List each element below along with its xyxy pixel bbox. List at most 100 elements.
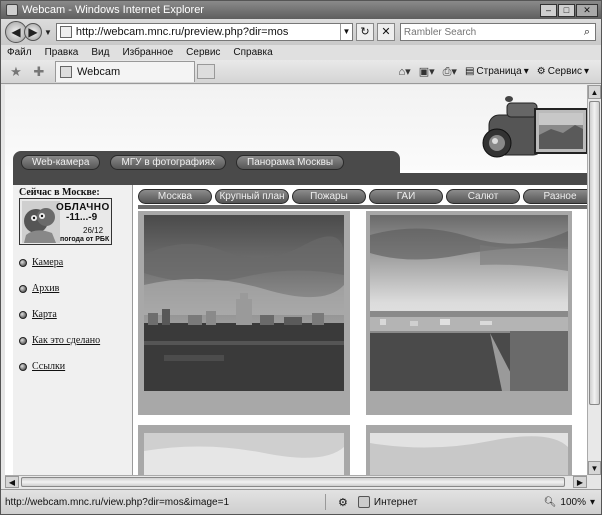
nav-band bbox=[13, 173, 587, 185]
forward-button[interactable]: ▶ bbox=[24, 23, 42, 41]
maximize-button[interactable]: □ bbox=[558, 3, 575, 17]
sidebar-link-label[interactable]: Архив bbox=[32, 283, 59, 294]
topnav-msu-photos[interactable]: МГУ в фотографиях bbox=[110, 154, 227, 170]
zoom-dropdown-icon[interactable]: ▾ bbox=[590, 497, 595, 508]
page-menu[interactable]: ▤ Страница ▾ bbox=[465, 66, 529, 77]
top-nav: Web-камера МГУ в фотографиях Панорама Мо… bbox=[13, 151, 400, 173]
menu-help[interactable]: Справка bbox=[233, 47, 272, 58]
sidebar-item-camera[interactable]: Камера bbox=[19, 257, 63, 268]
favorites-star-icon[interactable]: ★ bbox=[8, 64, 24, 80]
menu-tools[interactable]: Сервис bbox=[186, 47, 220, 58]
home-icon[interactable]: ⌂▾ bbox=[399, 65, 411, 78]
protected-mode-icon[interactable]: ⚙ bbox=[338, 496, 348, 509]
weather-widget[interactable]: ОБЛАЧНО -11...-9 26/12 погода от РБК bbox=[19, 198, 112, 245]
bullet-icon bbox=[19, 362, 27, 371]
menu-edit[interactable]: Правка bbox=[45, 47, 79, 58]
bullet-icon bbox=[19, 258, 27, 267]
search-icon[interactable]: ⌕ bbox=[579, 24, 595, 40]
weather-temperature: -11...-9 bbox=[66, 212, 98, 223]
webcam-image bbox=[144, 433, 344, 475]
search-input[interactable] bbox=[400, 26, 579, 38]
zoom-icon: 🔍︎ bbox=[543, 496, 557, 508]
window-title: Webcam - Windows Internet Explorer bbox=[22, 4, 204, 16]
weather-source: погода от РБК bbox=[60, 236, 110, 243]
category-fires[interactable]: Пожары bbox=[292, 189, 366, 204]
topnav-webcam[interactable]: Web-камера bbox=[21, 154, 101, 170]
feeds-icon[interactable]: ▣▾ bbox=[419, 65, 435, 78]
category-close-up[interactable]: Крупный план bbox=[215, 189, 289, 204]
category-misc[interactable]: Разное bbox=[523, 189, 587, 204]
command-bar: ⌂▾ ▣▾ ⎙▾ ▤ Страница ▾ ⚙ Сервис ▾ bbox=[399, 65, 589, 79]
category-nav: Москва Крупный план Пожары ГАИ Салют Раз… bbox=[138, 189, 587, 204]
search-box[interactable]: ⌕ bbox=[399, 23, 596, 41]
print-icon[interactable]: ⎙▾ bbox=[443, 65, 457, 79]
scroll-up-icon[interactable]: ▲ bbox=[588, 85, 601, 99]
category-divider bbox=[138, 205, 587, 209]
camera-thumbnail[interactable] bbox=[138, 425, 350, 475]
minimize-button[interactable]: – bbox=[540, 3, 557, 17]
browser-window: Webcam - Windows Internet Explorer – □ ✕… bbox=[0, 0, 602, 515]
status-bar: http://webcam.mnc.ru/view.php?dir=mos&im… bbox=[1, 489, 601, 514]
sidebar-item-archive[interactable]: Архив bbox=[19, 283, 59, 294]
menu-view[interactable]: Вид bbox=[91, 47, 109, 58]
close-button[interactable]: ✕ bbox=[576, 3, 598, 17]
camera-thumbnail[interactable] bbox=[138, 211, 350, 415]
weather-date: 26/12 bbox=[83, 226, 104, 235]
arrow-right-icon: ▶ bbox=[28, 25, 38, 39]
horizontal-scroll-thumb[interactable] bbox=[21, 477, 565, 487]
add-favorites-icon[interactable]: ✚ bbox=[31, 64, 47, 80]
bullet-icon bbox=[19, 284, 27, 293]
gear-icon: ⚙ bbox=[536, 66, 546, 77]
category-moscow[interactable]: Москва bbox=[138, 189, 212, 204]
category-traffic-police[interactable]: ГАИ bbox=[369, 189, 443, 204]
camera-thumbnail[interactable] bbox=[366, 425, 572, 475]
menu-file[interactable]: Файл bbox=[7, 47, 32, 58]
webcam-image bbox=[144, 215, 344, 391]
sidebar-item-links[interactable]: Ссылки bbox=[19, 361, 65, 372]
page-icon bbox=[60, 66, 72, 78]
camcorder-logo-icon bbox=[482, 96, 587, 158]
sidebar-link-label[interactable]: Камера bbox=[32, 257, 63, 268]
tab-label: Webcam bbox=[77, 66, 121, 78]
tools-menu[interactable]: ⚙ Сервис ▾ bbox=[537, 66, 589, 77]
vertical-scroll-thumb[interactable] bbox=[589, 101, 600, 405]
scroll-right-icon[interactable]: ▶ bbox=[573, 476, 587, 488]
webcam-image bbox=[370, 215, 568, 391]
menu-favorites[interactable]: Избранное bbox=[122, 47, 173, 58]
address-input[interactable]: http://webcam.mnc.ru/preview.php?dir=mos bbox=[76, 26, 340, 38]
bullet-icon bbox=[19, 336, 27, 345]
address-bar[interactable]: http://webcam.mnc.ru/preview.php?dir=mos… bbox=[55, 23, 353, 41]
topnav-moscow-panorama[interactable]: Панорама Москвы bbox=[236, 154, 345, 170]
vertical-scrollbar[interactable]: ▲ ▼ bbox=[587, 85, 601, 475]
tab-row: ★ ✚ Webcam ⌂▾ ▣▾ ⎙▾ ▤ Страница ▾ ⚙ Сервис ▾ bbox=[1, 60, 601, 84]
camera-thumbnail[interactable] bbox=[366, 211, 572, 415]
category-fireworks[interactable]: Салют bbox=[446, 189, 520, 204]
zoom-level: 100% bbox=[560, 496, 586, 508]
sidebar-item-map[interactable]: Карта bbox=[19, 309, 57, 320]
new-tab-button[interactable] bbox=[197, 64, 215, 79]
scroll-down-icon[interactable]: ▼ bbox=[588, 461, 601, 475]
sidebar-link-label[interactable]: Как это сделано bbox=[32, 335, 100, 346]
zoom-control[interactable]: 🔍︎ 100% ▾ bbox=[544, 497, 595, 508]
sidebar-item-how-its-made[interactable]: Как это сделано bbox=[19, 335, 100, 346]
security-zone[interactable]: Интернет bbox=[374, 497, 418, 508]
tab-webcam[interactable]: Webcam bbox=[55, 61, 195, 82]
weather-title: Сейчас в Москве: bbox=[19, 187, 100, 198]
webcam-image bbox=[370, 433, 568, 475]
scroll-left-icon[interactable]: ◀ bbox=[5, 476, 19, 488]
page-icon bbox=[59, 26, 72, 38]
address-dropdown-icon[interactable]: ▼ bbox=[339, 24, 352, 40]
bullet-icon bbox=[19, 310, 27, 319]
horizontal-scrollbar[interactable]: ◀ ▶ bbox=[5, 475, 587, 488]
arrow-left-icon: ◀ bbox=[11, 25, 21, 39]
globe-icon bbox=[357, 496, 370, 508]
stop-icon[interactable]: ✕ bbox=[376, 23, 395, 41]
refresh-icon[interactable]: ↻ bbox=[355, 23, 374, 41]
page-menu-icon: ▤ bbox=[464, 66, 475, 77]
sidebar-link-label[interactable]: Ссылки bbox=[32, 361, 65, 372]
window-controls: – □ ✕ bbox=[540, 3, 598, 17]
sidebar-link-label[interactable]: Карта bbox=[32, 309, 57, 320]
page-menu-label: Страница bbox=[476, 66, 522, 77]
history-dropdown-icon[interactable]: ▼ bbox=[44, 28, 52, 37]
webcam-page: Web-камера МГУ в фотографиях Панорама Мо… bbox=[5, 85, 587, 475]
